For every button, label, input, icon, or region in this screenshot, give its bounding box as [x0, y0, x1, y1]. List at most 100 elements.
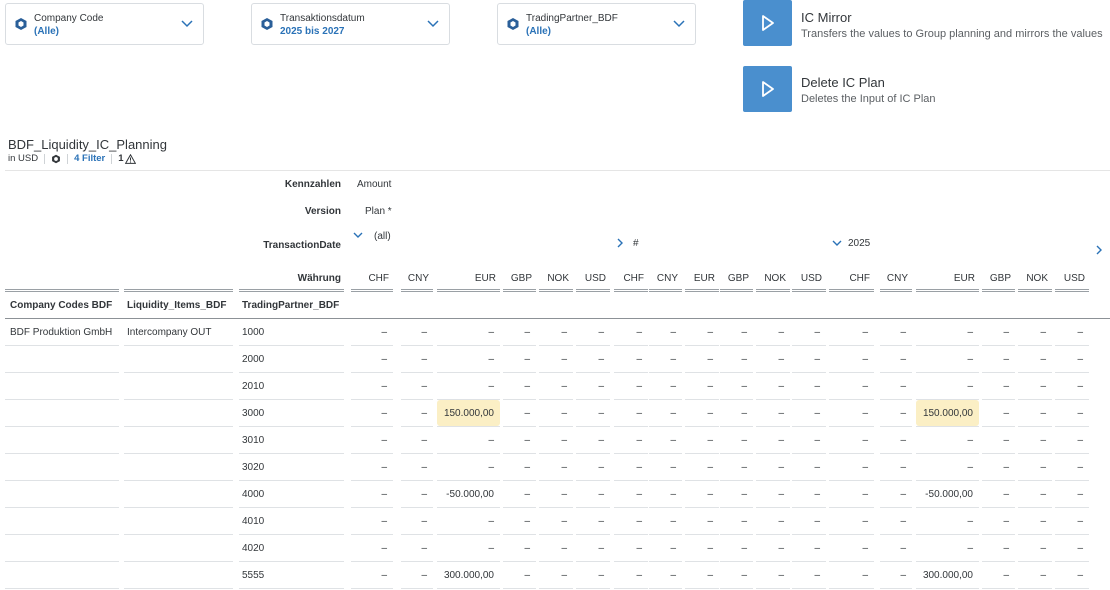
data-cell[interactable]: – — [576, 535, 610, 561]
data-cell[interactable]: – — [614, 346, 648, 372]
data-cell[interactable]: – — [576, 400, 610, 426]
data-cell[interactable]: – — [576, 427, 610, 453]
data-cell[interactable]: – — [829, 562, 874, 588]
data-cell[interactable]: – — [351, 400, 393, 426]
data-cell[interactable]: – — [539, 562, 573, 588]
data-cell[interactable]: – — [720, 562, 753, 588]
data-cell[interactable]: – — [756, 454, 790, 480]
data-cell[interactable]: – — [916, 427, 979, 453]
ic-mirror-button[interactable] — [743, 0, 792, 46]
data-cell[interactable]: – — [401, 427, 433, 453]
data-cell[interactable]: – — [437, 427, 500, 453]
data-cell[interactable]: – — [792, 481, 826, 507]
data-cell[interactable]: – — [982, 481, 1015, 507]
data-cell[interactable]: – — [792, 454, 826, 480]
data-cell[interactable]: – — [1018, 562, 1052, 588]
data-cell[interactable]: – — [685, 481, 719, 507]
chevron-right-icon[interactable] — [1095, 245, 1103, 255]
data-cell[interactable]: – — [829, 346, 874, 372]
data-cell[interactable]: – — [720, 481, 753, 507]
data-cell[interactable]: – — [437, 535, 500, 561]
data-cell[interactable]: – — [982, 346, 1015, 372]
chevron-down-icon[interactable] — [181, 19, 193, 29]
chevron-down-icon[interactable] — [673, 19, 685, 29]
data-cell[interactable]: – — [916, 535, 979, 561]
chevron-down-icon[interactable] — [427, 19, 439, 29]
data-cell[interactable]: – — [503, 508, 536, 534]
data-cell[interactable]: – — [982, 427, 1015, 453]
data-cell[interactable]: – — [437, 508, 500, 534]
data-cell[interactable]: – — [792, 508, 826, 534]
data-cell[interactable]: – — [792, 319, 826, 345]
data-cell[interactable]: – — [614, 481, 648, 507]
data-cell[interactable]: – — [685, 346, 719, 372]
data-cell[interactable]: -50.000,00 — [437, 481, 500, 507]
data-cell[interactable]: – — [829, 400, 874, 426]
data-cell[interactable]: – — [649, 319, 682, 345]
data-cell[interactable]: – — [829, 319, 874, 345]
data-cell[interactable]: – — [614, 454, 648, 480]
data-cell[interactable]: – — [437, 319, 500, 345]
data-cell[interactable]: – — [792, 346, 826, 372]
data-cell[interactable]: – — [401, 346, 433, 372]
data-cell[interactable]: – — [756, 400, 790, 426]
data-cell[interactable]: – — [401, 535, 433, 561]
data-cell[interactable]: – — [539, 319, 573, 345]
data-cell[interactable]: – — [829, 373, 874, 399]
data-cell[interactable]: – — [982, 454, 1015, 480]
data-cell[interactable]: 300.000,00 — [916, 562, 979, 588]
data-cell[interactable]: – — [649, 535, 682, 561]
data-cell[interactable]: – — [880, 454, 912, 480]
data-cell[interactable]: – — [576, 481, 610, 507]
data-cell[interactable]: – — [503, 346, 536, 372]
data-cell[interactable]: – — [1055, 427, 1089, 453]
data-cell[interactable]: – — [916, 319, 979, 345]
data-cell[interactable]: – — [1018, 535, 1052, 561]
data-cell[interactable]: – — [503, 319, 536, 345]
data-cell[interactable]: – — [649, 400, 682, 426]
data-cell[interactable]: – — [503, 454, 536, 480]
data-cell[interactable]: – — [880, 562, 912, 588]
data-cell[interactable]: 300.000,00 — [437, 562, 500, 588]
data-cell[interactable]: – — [792, 400, 826, 426]
data-cell[interactable]: – — [916, 508, 979, 534]
data-cell[interactable]: – — [614, 319, 648, 345]
data-cell[interactable]: – — [649, 346, 682, 372]
data-cell[interactable]: – — [880, 400, 912, 426]
filter-transaktionsdatum[interactable]: Transaktionsdatum 2025 bis 2027 — [251, 3, 450, 45]
data-cell[interactable]: – — [351, 373, 393, 399]
chevron-right-icon[interactable] — [616, 238, 624, 248]
data-cell[interactable]: – — [351, 427, 393, 453]
data-cell[interactable]: – — [437, 373, 500, 399]
chevron-down-icon[interactable] — [832, 239, 842, 247]
data-cell[interactable]: – — [720, 535, 753, 561]
data-cell[interactable]: – — [614, 373, 648, 399]
data-cell[interactable]: – — [649, 562, 682, 588]
delete-ic-plan-button[interactable] — [743, 66, 792, 112]
data-cell[interactable]: – — [756, 427, 790, 453]
data-cell[interactable]: – — [437, 346, 500, 372]
data-cell[interactable]: – — [685, 373, 719, 399]
data-cell[interactable]: – — [1018, 427, 1052, 453]
data-cell[interactable]: – — [720, 319, 753, 345]
data-cell[interactable]: – — [401, 562, 433, 588]
data-cell[interactable]: – — [756, 535, 790, 561]
data-cell[interactable]: – — [1055, 454, 1089, 480]
data-cell[interactable]: – — [982, 508, 1015, 534]
data-cell[interactable]: – — [351, 535, 393, 561]
data-cell[interactable]: – — [1055, 319, 1089, 345]
data-cell[interactable]: – — [982, 373, 1015, 399]
data-cell[interactable]: – — [720, 427, 753, 453]
data-cell[interactable]: – — [720, 346, 753, 372]
data-cell[interactable]: – — [1055, 535, 1089, 561]
data-cell[interactable]: – — [576, 508, 610, 534]
data-cell[interactable]: – — [614, 400, 648, 426]
data-cell[interactable]: – — [401, 508, 433, 534]
data-cell[interactable]: – — [1018, 346, 1052, 372]
data-cell[interactable]: – — [685, 427, 719, 453]
data-cell[interactable]: – — [685, 508, 719, 534]
data-cell[interactable]: – — [685, 319, 719, 345]
data-cell[interactable]: – — [1055, 346, 1089, 372]
data-cell[interactable]: – — [437, 454, 500, 480]
data-cell[interactable]: – — [720, 400, 753, 426]
